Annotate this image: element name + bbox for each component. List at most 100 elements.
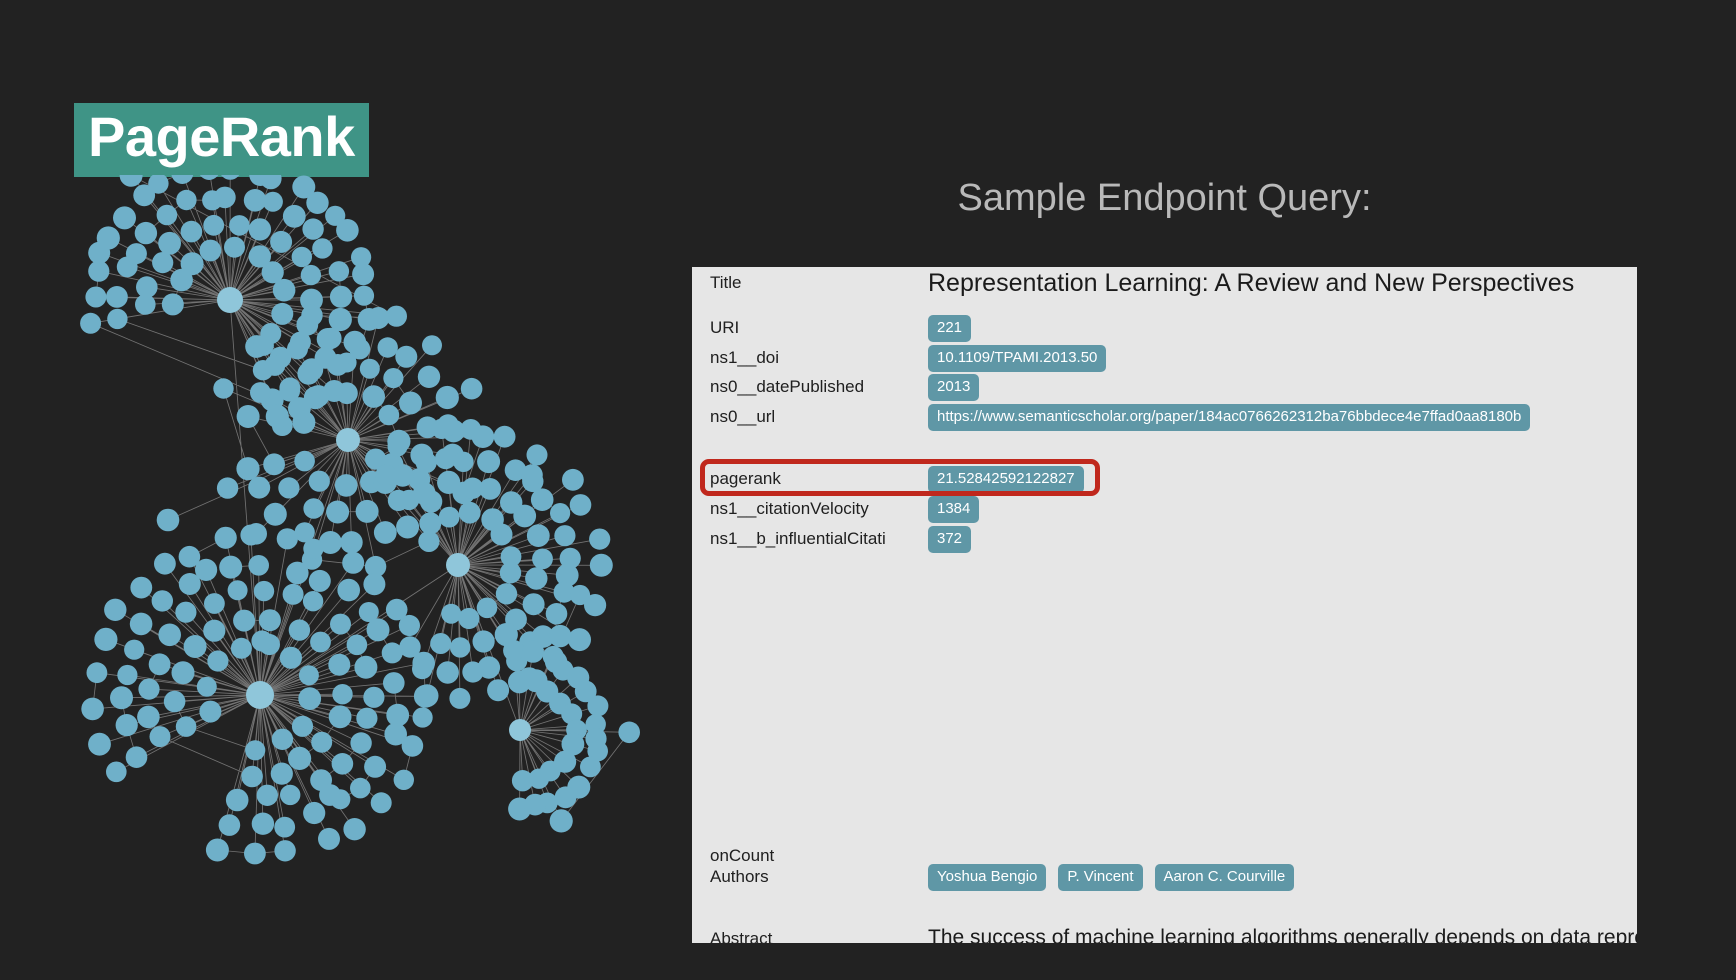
graph-node[interactable] [216,477,239,499]
graph-node[interactable] [124,639,145,660]
graph-node[interactable] [175,601,197,623]
graph-node[interactable] [248,555,269,576]
graph-node[interactable] [207,650,229,672]
graph-node[interactable] [107,308,128,330]
graph-node[interactable] [399,391,422,415]
graph-node[interactable] [336,219,359,242]
graph-node[interactable] [294,450,315,472]
graph-node[interactable] [115,714,138,737]
graph-node[interactable] [300,264,322,286]
graph-node[interactable] [272,278,296,302]
graph-node[interactable] [436,661,459,684]
graph-node[interactable] [213,378,234,399]
graph-node[interactable] [230,637,252,659]
graph-node[interactable] [589,528,611,550]
graph-node[interactable] [562,468,584,491]
graph-node[interactable] [522,640,544,663]
graph-node[interactable] [156,204,178,226]
graph-node[interactable] [332,684,353,705]
graph-node[interactable] [125,746,148,768]
graph-node[interactable] [354,655,378,679]
graph-node[interactable] [387,436,408,457]
graph-node[interactable] [291,246,312,268]
graph-node[interactable] [106,761,127,783]
graph-node[interactable] [218,814,241,836]
graph-node[interactable] [117,664,138,686]
graph-node[interactable] [252,334,274,356]
graph-node[interactable] [415,451,437,474]
graph-node[interactable] [287,338,308,360]
graph-node[interactable] [183,635,207,658]
graph-node[interactable] [587,695,609,717]
graph-node[interactable] [450,637,471,658]
graph-node[interactable] [346,634,368,656]
graph-node[interactable] [412,707,433,728]
graph-node[interactable] [225,788,249,812]
graph-node[interactable] [274,816,296,838]
graph-node[interactable] [270,230,293,253]
graph-node[interactable] [460,377,483,400]
graph-node[interactable] [398,614,420,637]
graph-node[interactable] [449,687,471,709]
graph-node[interactable] [251,812,275,835]
graph-node[interactable] [265,404,289,428]
graph-node[interactable] [479,478,501,500]
graph-node[interactable] [80,312,102,334]
graph-node[interactable] [302,591,324,612]
graph-node[interactable] [342,551,365,574]
graph-node[interactable] [367,307,390,329]
graph-node[interactable] [319,784,341,806]
graph-node[interactable] [453,451,474,472]
graph-node[interactable] [148,653,171,676]
graph-node[interactable] [204,593,225,614]
graph-node[interactable] [550,503,571,524]
graph-node[interactable] [245,740,266,761]
graph-node[interactable] [526,444,548,466]
graph-node[interactable] [244,842,266,865]
graph-node[interactable] [326,500,350,524]
graph-node[interactable] [203,619,226,642]
graph-node[interactable] [229,215,250,236]
graph-node[interactable] [422,335,442,356]
graph-node[interactable] [288,619,311,641]
graph-node[interactable] [219,175,241,180]
graph-node[interactable] [110,686,133,710]
graph-node[interactable] [236,457,260,481]
graph-node[interactable] [312,238,333,259]
graph-node[interactable] [227,580,248,601]
graph-node[interactable] [198,175,220,180]
graph-node[interactable] [508,797,532,821]
author-pill[interactable]: P. Vincent [1058,863,1143,891]
graph-node[interactable] [250,382,271,403]
graph-node[interactable] [280,784,301,806]
graph-node[interactable] [311,731,333,753]
graph-node[interactable] [383,368,404,389]
graph-node[interactable] [460,419,482,440]
graph-node[interactable] [271,302,294,325]
graph-node[interactable] [151,590,173,612]
graph-node[interactable] [180,252,204,276]
graph-node[interactable] [526,524,550,547]
graph-node[interactable] [251,630,273,652]
graph-node[interactable] [589,553,613,577]
graph-node[interactable] [435,448,457,470]
author-pill[interactable]: Aaron C. Courville [1154,863,1295,891]
graph-node[interactable] [399,636,421,658]
graph-node[interactable] [199,700,222,723]
graph-node[interactable] [149,726,171,748]
property-value-pill[interactable]: https://www.semanticscholar.org/paper/18… [928,403,1531,431]
graph-node[interactable] [477,450,501,474]
graph-node[interactable] [364,755,387,778]
graph-node[interactable] [298,665,319,686]
graph-node[interactable] [343,818,366,841]
graph-node[interactable] [113,206,136,230]
graph-node[interactable] [366,618,390,642]
graph-node[interactable] [81,697,104,721]
graph-node[interactable] [253,580,275,602]
graph-node[interactable] [545,603,568,625]
graph-node[interactable] [248,476,271,499]
graph-node[interactable] [236,405,260,428]
graph-node[interactable] [375,464,397,486]
graph-node[interactable] [270,762,293,785]
graph-node[interactable] [373,521,397,544]
